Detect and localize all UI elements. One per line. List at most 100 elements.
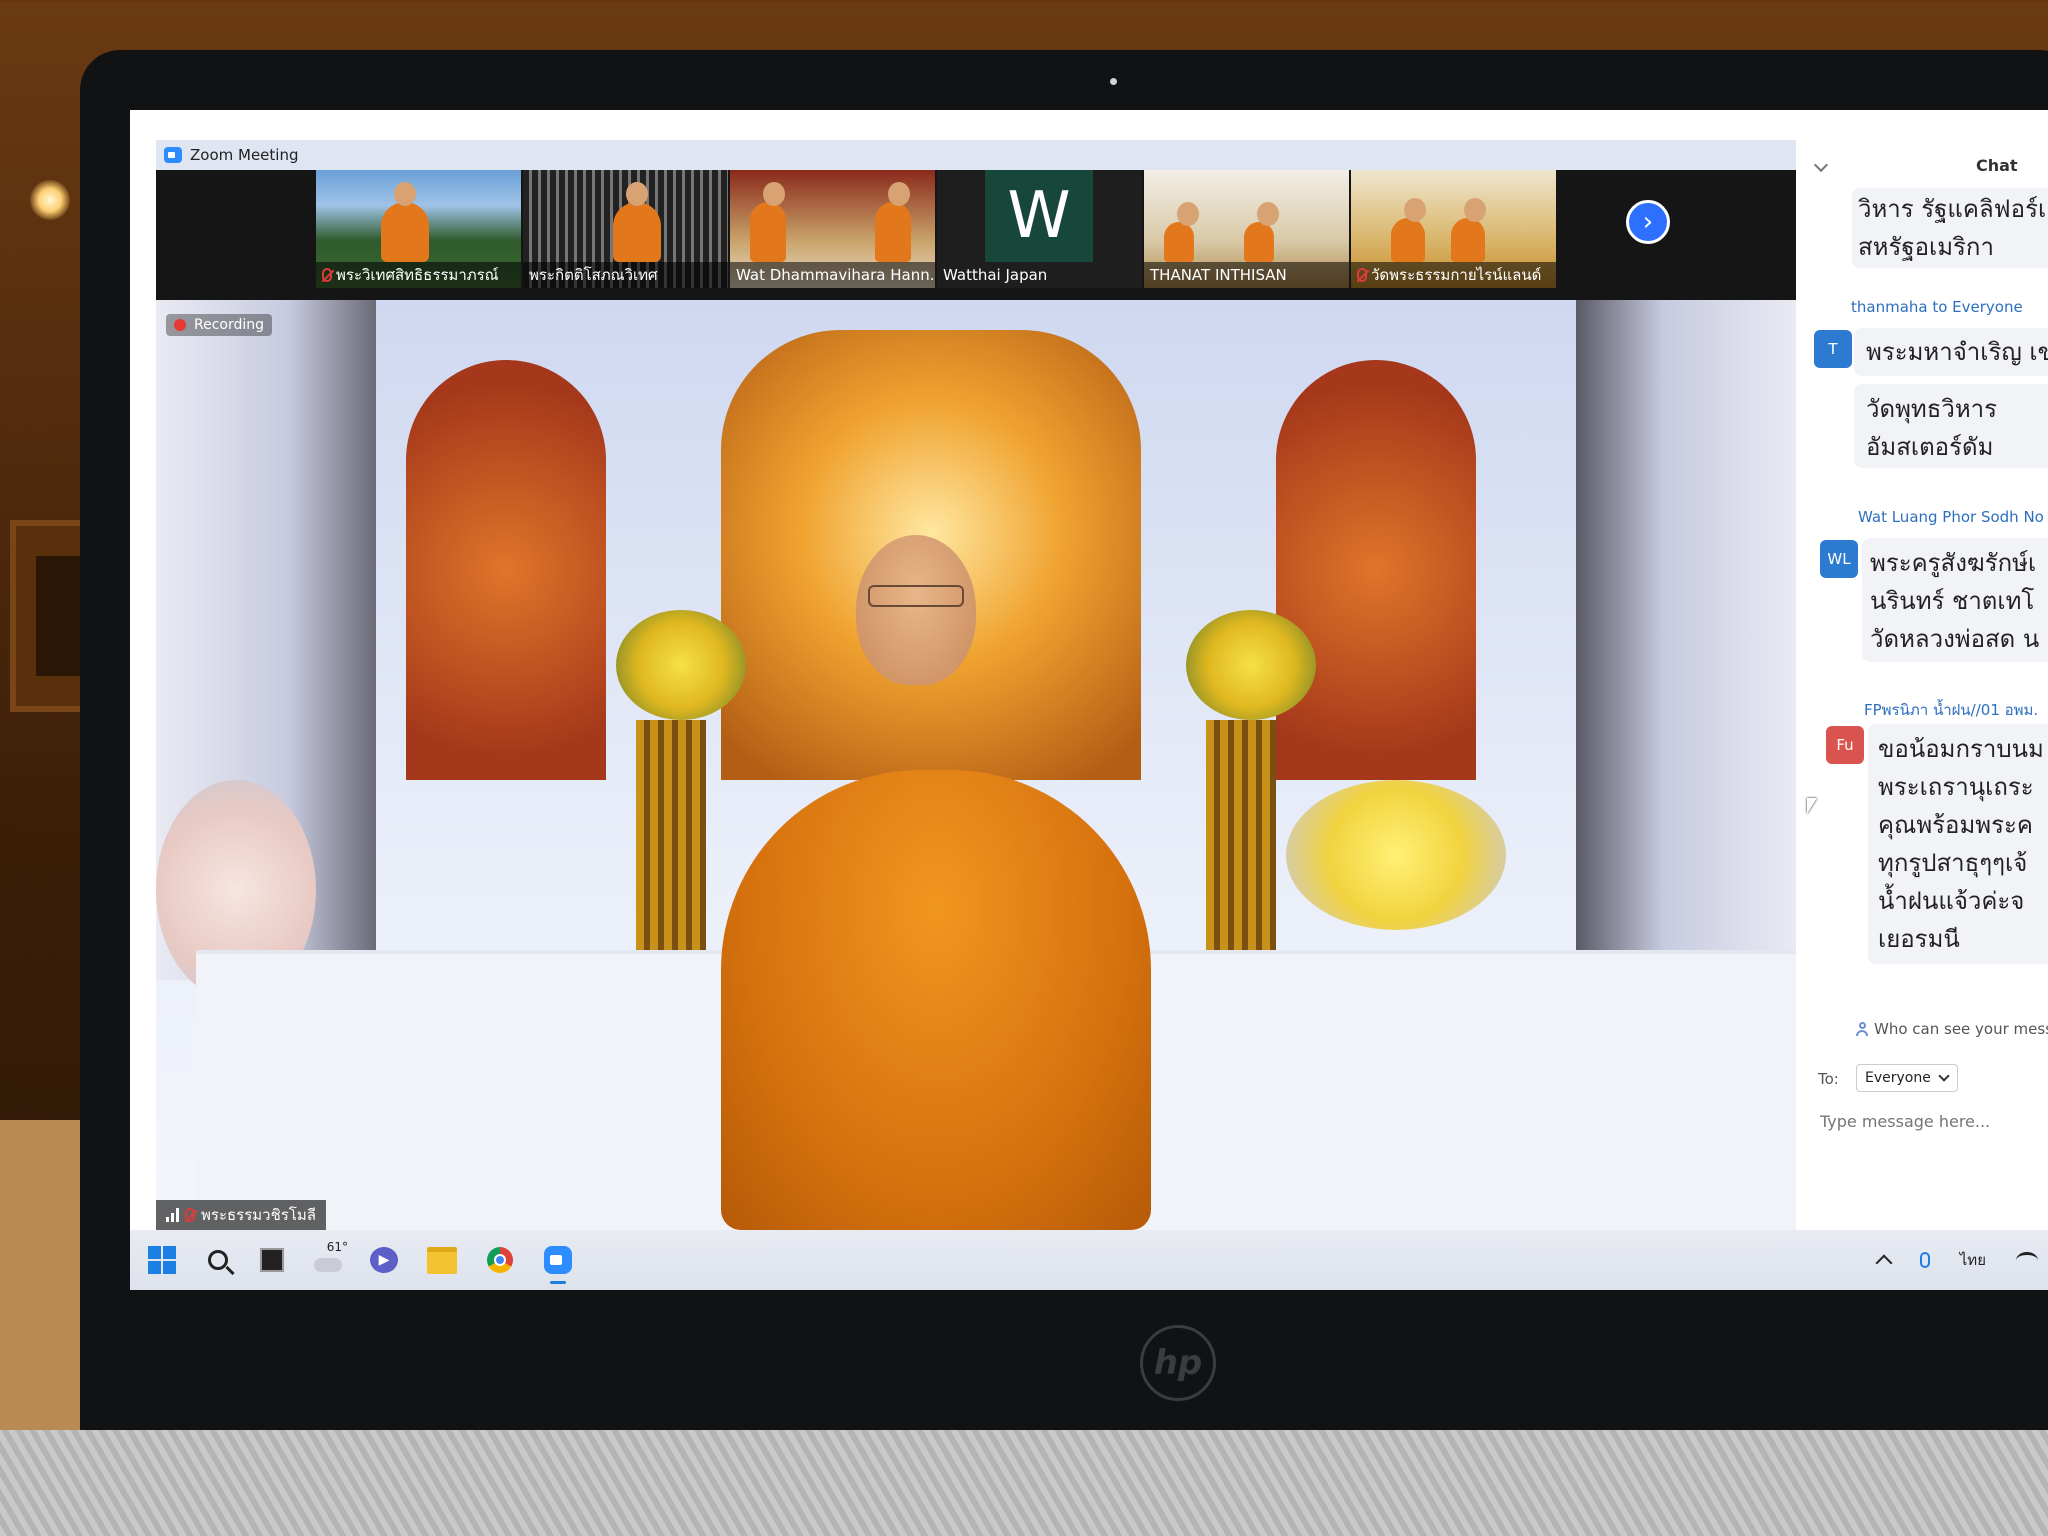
avatar: Fu [1826,726,1864,764]
speaker-head [856,535,976,685]
participant-name-tag: พระวิเทศสิทธิธรรมาภรณ์ [316,262,521,288]
chevron-down-icon [1938,1070,1950,1082]
participant-name: วัดพระธรรมกายไรน์แลนด์ [1371,266,1542,284]
participant-name-tag: Watthai Japan [937,262,1142,288]
weather-icon[interactable]: 61° [308,1240,348,1280]
flower-arrangement [616,610,746,720]
system-tray: ไทย [1875,1230,2048,1290]
mouse-cursor-icon [1807,798,1817,814]
speaker-name: พระธรรมวชิรโมลี [201,1206,316,1224]
keyboard-speaker-grille [0,1430,2048,1536]
avatar: T [1814,330,1852,368]
chat-message-line: พระเถรานุเถระ [1878,773,2034,801]
chat-message-line: น้ำฝนแจ้วค่ะจ [1878,887,2025,915]
input-language[interactable]: ไทย [1960,1248,1986,1272]
chat-message-line: นรินทร์ ชาตเทโ [1870,587,2035,615]
chevron-up-icon[interactable] [1875,1254,1893,1272]
participant-tile[interactable]: พระกิตติโสภณวิเทศ [523,170,728,288]
who-can-see-label: Who can see your messa [1874,1020,2048,1038]
zoom-logo-icon [164,147,182,163]
chat-message-line: สหรัฐอเมริกา [1858,233,1994,261]
search-icon[interactable] [198,1240,238,1280]
chrome-icon[interactable] [480,1240,520,1280]
window-titlebar[interactable]: Zoom Meeting [156,140,1796,170]
right-shrine [1276,360,1476,780]
chevron-right-icon: › [1642,207,1654,237]
participant-name-tag: Wat Dhammavihara Hann... [730,262,935,288]
chat-message-line: คุณพร้อมพระค [1878,811,2033,839]
chat-panel: Chat วิหาร รัฐแคลิฟอร์เ สหรัฐอเมริกา tha… [1796,110,2048,1230]
muted-mic-icon [185,1208,195,1222]
laptop-screen: Zoom Meeting พระวิเทศสิทธิธรรมาภรณ์ พระก… [130,110,2048,1290]
recipient-select[interactable]: Everyone [1856,1064,1958,1092]
participant-tile[interactable]: THANAT INTHISAN [1144,170,1349,288]
participant-name: THANAT INTHISAN [1150,266,1287,284]
file-explorer-icon[interactable] [422,1240,462,1280]
participant-name-tag: THANAT INTHISAN [1144,262,1349,288]
avatar: WL [1820,540,1858,578]
chat-sender: FPพรนิภา น้ำฝน//01 อพม. [1864,701,2039,719]
chat-icon[interactable]: ▶ [364,1240,404,1280]
zoom-icon[interactable] [538,1240,578,1284]
wifi-icon[interactable] [2016,1251,2038,1269]
participant-name: พระวิเทศสิทธิธรรมาภรณ์ [336,266,499,284]
room-lamp [30,180,70,220]
flower-arrangement [1286,780,1506,930]
muted-mic-icon [1357,268,1367,282]
participant-name: พระกิตติโสภณวิเทศ [529,266,658,284]
speaker-robe [721,770,1151,1230]
participant-tile[interactable]: W Watthai Japan [937,170,1142,288]
taskbar: 61° ▶ ไทย [130,1230,2048,1290]
altar-table [196,950,796,1230]
start-icon[interactable] [142,1240,182,1280]
chat-message-line: ขอน้อมกราบนม [1878,735,2044,763]
chat-sender: thanmaha to Everyone [1851,298,2023,316]
record-dot-icon [174,319,186,331]
chat-message-input[interactable] [1818,1105,2042,1137]
gallery-strip: พระวิเทศสิทธิธรรมาภรณ์ พระกิตติโสภณวิเทศ… [156,170,1796,300]
chat-message-line: วัดหลวงพ่อสด น [1870,625,2040,653]
recipient-value: Everyone [1865,1070,1931,1086]
task-view-icon[interactable] [252,1240,292,1280]
chevron-down-icon[interactable] [1813,157,1829,173]
chat-header: Chat [1796,150,2048,180]
chat-title: Chat [1976,156,2018,175]
recording-label: Recording [194,317,265,333]
signal-bars-icon [166,1208,179,1222]
hp-logo: hp [1140,1325,1216,1401]
recording-indicator[interactable]: Recording [166,314,273,336]
chat-message-line: พระครูสังฆรักษ์เ [1870,549,2037,577]
muted-mic-icon [322,268,332,282]
speaker-name-tag: พระธรรมวชิรโมลี [156,1200,326,1230]
who-can-see-link[interactable]: Who can see your messa [1856,1020,2048,1038]
chat-message-line: ทุกรูปสาธุๆๆเจ้ [1878,849,2028,877]
participant-tile[interactable]: พระวิเทศสิทธิธรรมาภรณ์ [316,170,521,288]
next-page-button[interactable]: › [1626,200,1670,244]
participant-tile[interactable]: วัดพระธรรมกายไรน์แลนด์ [1351,170,1556,288]
speaker-glasses [868,585,964,607]
active-speaker-video[interactable]: Recording พระธรรมวชิรโมลี [156,300,1796,1230]
chat-message-line: วัดพุทธวิหาร [1866,395,1998,423]
participant-name-tag: วัดพระธรรมกายไรน์แลนด์ [1351,262,1556,288]
active-app-indicator [550,1281,566,1284]
altar-table [1136,950,1796,1230]
weather-temperature: 61° [326,1240,348,1254]
zoom-meeting-window: Zoom Meeting พระวิเทศสิทธิธรรมาภรณ์ พระก… [156,140,1796,1230]
chat-message-line: พระมหาจำเริญ เข [1866,338,2048,366]
participant-name: Wat Dhammavihara Hann... [736,266,935,284]
participant-tile[interactable]: Wat Dhammavihara Hann... [730,170,935,288]
to-label: To: [1818,1070,1839,1088]
participant-name: Watthai Japan [943,266,1048,284]
chat-sender: Wat Luang Phor Sodh No [1858,508,2044,526]
avatar: W [985,170,1093,262]
person-icon [1856,1022,1868,1036]
left-shrine [406,360,606,780]
window-title: Zoom Meeting [190,146,299,164]
webcam [1110,78,1117,85]
chat-message-line: เยอรมนี [1878,925,1960,953]
microphone-icon[interactable] [1919,1252,1930,1268]
flower-arrangement [1186,610,1316,720]
participant-name-tag: พระกิตติโสภณวิเทศ [523,262,728,288]
chat-message-line: อัมสเตอร์ดัม [1866,433,1994,461]
chat-message-line: วิหาร รัฐแคลิฟอร์เ [1858,195,2047,223]
